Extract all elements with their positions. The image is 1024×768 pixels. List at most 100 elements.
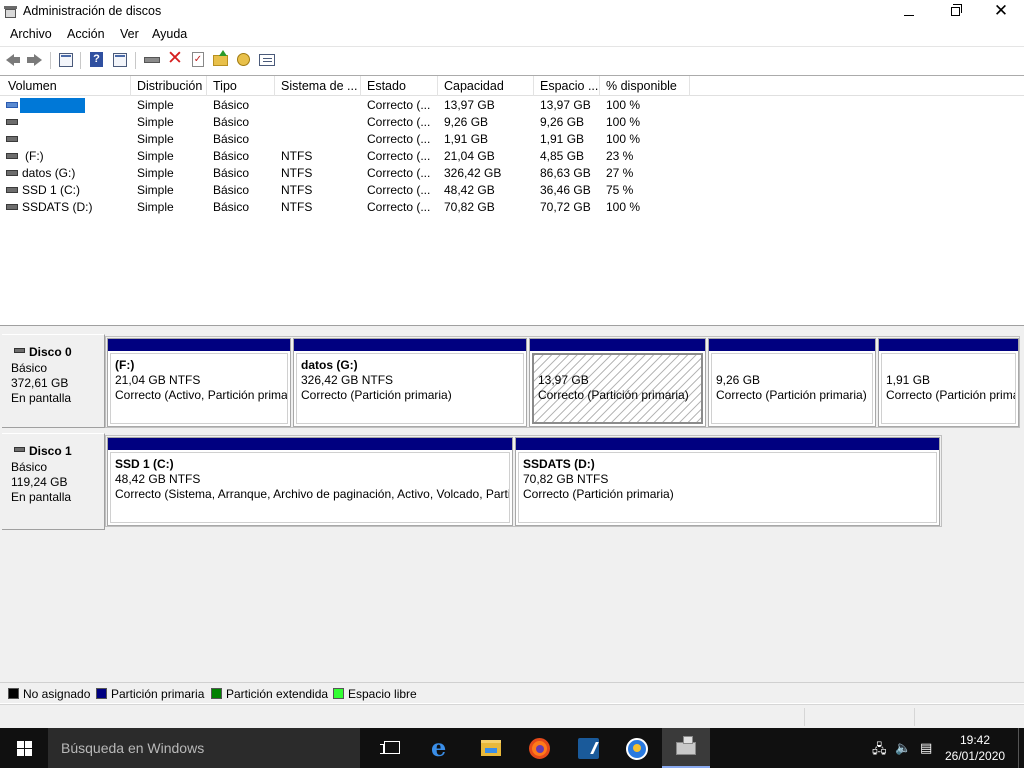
volume-free: 36,46 GB	[540, 183, 591, 197]
app-icon	[626, 738, 648, 760]
column-separator[interactable]	[274, 76, 275, 96]
volume-layout: Simple	[137, 149, 174, 163]
clock[interactable]: 19:42 26/01/2020	[945, 732, 1005, 764]
partition[interactable]: datos (G:) 326,42 GB NTFS Correcto (Part…	[293, 338, 527, 427]
disk-1-label[interactable]: Disco 1 Básico 119,24 GB En pantalla	[2, 433, 105, 530]
column-separator[interactable]	[437, 76, 438, 96]
status-pane	[914, 708, 1024, 726]
volume-free: 1,91 GB	[540, 132, 585, 146]
menu-ver[interactable]: Ver	[120, 27, 139, 41]
start-button[interactable]	[0, 728, 48, 768]
help-icon[interactable]: ?	[88, 51, 106, 69]
volume-drive-icon	[6, 170, 18, 176]
partition[interactable]: (F:) 21,04 GB NTFS Correcto (Activo, Par…	[107, 338, 291, 427]
partition[interactable]: SSDATS (D:) 70,82 GB NTFS Correcto (Part…	[515, 437, 940, 526]
volume-list-header: Volumen Distribución Tipo Sistema de ...…	[0, 76, 1024, 96]
delete-icon[interactable]: ✕	[166, 49, 184, 69]
disk-type: Básico	[11, 361, 48, 375]
volume-pct: 27 %	[606, 166, 634, 180]
volume-row[interactable]: SSDATS (D:) Simple Básico NTFS Correcto …	[0, 199, 700, 216]
volume-row[interactable]: SSD 1 (C:) Simple Básico NTFS Correcto (…	[0, 182, 700, 199]
maximize-button[interactable]	[932, 0, 978, 24]
volume-row[interactable]: Simple Básico Correcto (... 1,91 GB 1,91…	[0, 131, 700, 148]
list-icon[interactable]	[258, 51, 276, 69]
partition[interactable]: 1,91 GB Correcto (Partición primaria)	[878, 338, 1019, 427]
forward-icon[interactable]	[25, 51, 43, 69]
volume-row[interactable]: Simple Básico Correcto (... 9,26 GB 9,26…	[0, 114, 700, 131]
volume-pct: 100 %	[606, 200, 641, 214]
disk-management-icon	[4, 6, 17, 18]
taskbar-app-button[interactable]	[564, 728, 612, 768]
column-separator[interactable]	[533, 76, 534, 96]
column-header-disponible[interactable]: % disponible	[606, 79, 677, 93]
volume-layout: Simple	[137, 115, 174, 129]
legend-swatch-primary	[96, 688, 107, 699]
status-bar	[0, 704, 1024, 728]
column-header-tipo[interactable]: Tipo	[213, 79, 237, 93]
disk-management-taskbar-button[interactable]	[662, 728, 710, 768]
task-view-button[interactable]	[368, 728, 416, 768]
column-separator[interactable]	[360, 76, 361, 96]
legend-swatch-free	[333, 688, 344, 699]
volume-pct: 75 %	[606, 183, 634, 197]
edge-button[interactable]: e	[418, 728, 466, 768]
taskbar-app-button[interactable]	[613, 728, 661, 768]
disk-management-icon	[676, 736, 696, 755]
volume-icon[interactable]: 🔈	[895, 740, 911, 756]
minimize-button[interactable]	[886, 0, 932, 24]
firefox-button[interactable]	[515, 728, 563, 768]
column-header-espacio[interactable]: Espacio ...	[540, 79, 598, 93]
partition[interactable]: 9,26 GB Correcto (Partición primaria)	[708, 338, 876, 427]
volume-row[interactable]: Simple Básico Correcto (... 13,97 GB 13,…	[0, 97, 700, 114]
partition[interactable]: SSD 1 (C:) 48,42 GB NTFS Correcto (Siste…	[107, 437, 513, 526]
clock-time: 19:42	[959, 733, 991, 747]
volume-free: 4,85 GB	[540, 149, 585, 163]
partition-body: 13,97 GB Correcto (Partición primaria)	[532, 353, 703, 424]
column-header-distribucion[interactable]: Distribución	[137, 79, 202, 93]
file-explorer-button[interactable]	[466, 728, 514, 768]
check-icon[interactable]: ✓	[189, 51, 207, 69]
column-separator[interactable]	[206, 76, 207, 96]
column-header-capacidad[interactable]: Capacidad	[444, 79, 504, 93]
close-button[interactable]: ✕	[978, 0, 1024, 24]
disk-state: En pantalla	[11, 391, 72, 405]
volume-drive-icon	[6, 102, 18, 108]
network-icon[interactable]: 🖧	[872, 740, 887, 756]
column-header-sistema[interactable]: Sistema de ...	[281, 79, 357, 93]
volume-fs: NTFS	[281, 183, 313, 197]
menu-archivo[interactable]: Archivo	[10, 27, 52, 41]
volume-layout: Simple	[137, 98, 174, 112]
taskbar-search[interactable]: Búsqueda en Windows	[48, 728, 360, 768]
console-tree-icon[interactable]	[57, 51, 75, 69]
back-icon[interactable]	[4, 51, 22, 69]
volume-pct: 100 %	[606, 115, 641, 129]
volume-type: Básico	[213, 98, 250, 112]
volume-row[interactable]: datos (G:) Simple Básico NTFS Correcto (…	[0, 165, 700, 182]
properties-icon[interactable]	[111, 51, 129, 69]
volume-name[interactable]	[20, 98, 85, 113]
column-separator[interactable]	[599, 76, 600, 96]
volume-capacity: 13,97 GB	[444, 98, 495, 112]
connect-drive-icon[interactable]	[143, 51, 161, 69]
column-header-volumen[interactable]: Volumen	[8, 79, 57, 93]
legend-extended: Partición extendida	[226, 687, 329, 701]
column-header-estado[interactable]: Estado	[367, 79, 406, 93]
disk-type: Básico	[11, 460, 48, 474]
disk-0-label[interactable]: Disco 0 Básico 372,61 GB En pantalla	[2, 334, 105, 428]
partition-type-bar	[879, 339, 1018, 351]
legend-primary: Partición primaria	[111, 687, 205, 701]
volume-layout: Simple	[137, 183, 174, 197]
column-separator[interactable]	[130, 76, 131, 96]
up-folder-icon[interactable]	[212, 50, 230, 69]
menu-accion[interactable]: Acción	[67, 27, 105, 41]
volume-capacity: 326,42 GB	[444, 166, 502, 180]
notifications-icon[interactable]: ▤	[920, 740, 932, 756]
volume-free: 9,26 GB	[540, 115, 585, 129]
column-separator[interactable]	[689, 76, 690, 96]
menu-ayuda[interactable]: Ayuda	[152, 27, 187, 41]
search-folder-icon[interactable]	[235, 51, 253, 69]
volume-fs: NTFS	[281, 166, 313, 180]
volume-row[interactable]: (F:) Simple Básico NTFS Correcto (... 21…	[0, 148, 700, 165]
show-desktop-button[interactable]	[1018, 728, 1024, 768]
partition-selected[interactable]: 13,97 GB Correcto (Partición primaria)	[529, 338, 706, 427]
